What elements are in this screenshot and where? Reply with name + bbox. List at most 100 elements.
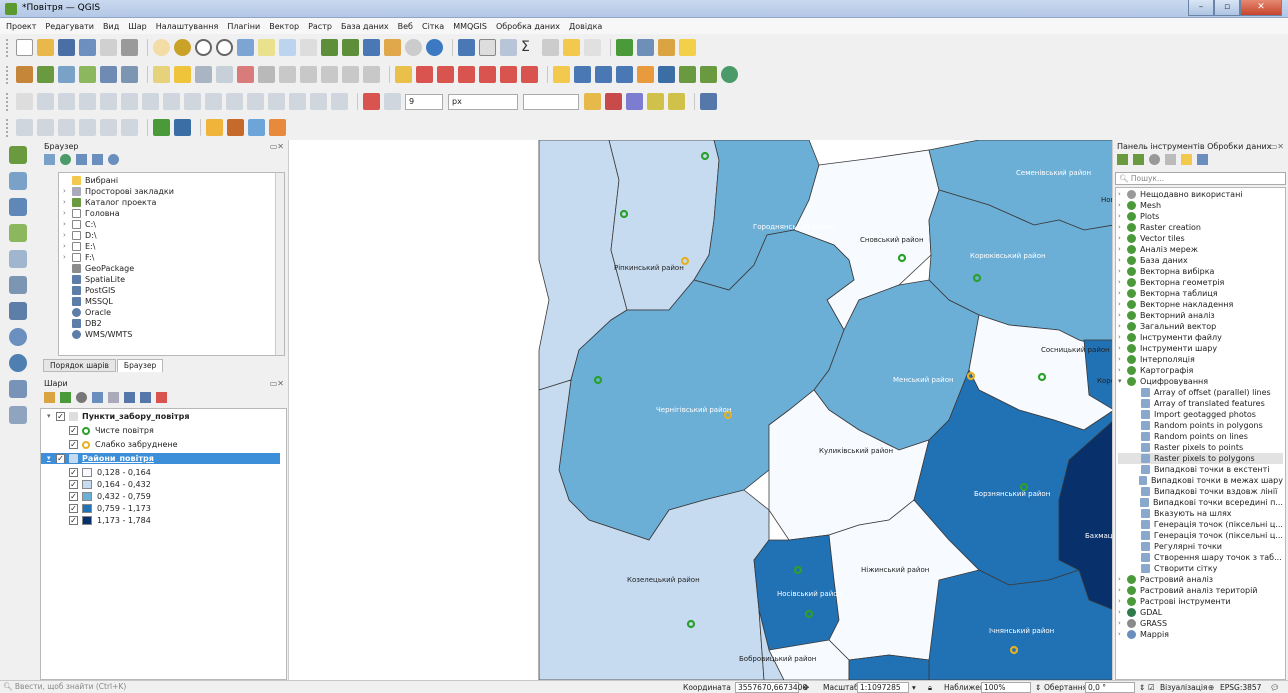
redo-icon[interactable] [363,66,380,83]
add-wms-icon[interactable] [121,66,138,83]
plugin-h-icon[interactable] [269,119,286,136]
menu-mmqgis[interactable]: MMQGIS [453,22,487,31]
plugin-g-icon[interactable] [248,119,265,136]
locator-search-input[interactable]: 🔍︎ Ввести, щоб знайти (Ctrl+K) [3,682,193,693]
layer-group[interactable]: ▾ ✓ Пункти_забору_повітря [47,411,280,422]
processing-search-input[interactable]: 🔍︎ Пошук... [1115,172,1286,185]
remove-layer-icon[interactable] [156,392,167,403]
expand-arrow-icon[interactable]: › [1118,255,1127,266]
processing-group[interactable]: › Растровий аналіз [1118,574,1283,585]
add-delimited-icon[interactable] [79,66,96,83]
add-vector-icon[interactable] [37,66,54,83]
processing-algorithm[interactable]: Вказують на шлях [1118,508,1283,519]
browser-item[interactable]: › Головна [63,208,280,219]
pan-to-selection-icon[interactable] [174,39,191,56]
rotation-field[interactable]: 0,0 ° [1085,682,1135,693]
options-icon[interactable] [1197,154,1208,165]
processing-group[interactable]: › Векторна таблиця [1118,288,1283,299]
plugin-f-icon[interactable] [121,119,138,136]
lock-icon[interactable]: 🔒︎ [928,683,932,693]
processing-group[interactable]: › Інтерполяція [1118,354,1283,365]
properties-icon[interactable] [108,154,119,165]
filter-legend-icon[interactable] [92,392,103,403]
expand-arrow-icon[interactable]: › [1118,266,1127,277]
expand-arrow-icon[interactable]: › [1118,574,1127,585]
select-value-icon[interactable] [574,66,591,83]
annotation-icon[interactable] [584,39,601,56]
toggle-extents-icon[interactable]: ✥ [803,683,809,692]
tab-browser[interactable]: Браузер [116,359,164,372]
menu-help[interactable]: Довідка [569,22,602,31]
add-wms-layer-icon[interactable] [9,328,27,346]
add-delimited-layer-icon[interactable] [9,224,27,242]
fill-ring-icon[interactable] [142,93,159,110]
minimize-button[interactable]: – [1188,0,1214,16]
zoom-native-icon[interactable] [300,39,317,56]
browser-item[interactable]: › F:\ [63,252,280,263]
new-map-view-icon[interactable] [616,39,633,56]
processing-group[interactable]: › Інструменти шару [1118,343,1283,354]
zoom-next-icon[interactable] [342,39,359,56]
coordinate-field[interactable]: 3557670,6673400 [735,682,807,693]
rotation-spin-icon[interactable]: ⇕ [1139,683,1145,692]
topology-icon[interactable] [605,93,622,110]
panel-dock-buttons[interactable]: ▭✕ [270,142,284,151]
data-source-manager-icon[interactable] [16,66,33,83]
legend-class[interactable]: ✓ 0,432 - 0,759 [47,491,280,502]
label-icon[interactable] [395,66,412,83]
expand-arrow-icon[interactable]: › [1118,596,1127,607]
expand-arrow-icon[interactable]: › [1118,244,1127,255]
toolbar-grip[interactable] [6,38,10,57]
expand-arrow-icon[interactable]: ▾ [1118,376,1127,387]
label-rotate-icon[interactable] [479,66,496,83]
globe-icon[interactable] [721,66,738,83]
advanced-digitize-icon[interactable] [37,93,54,110]
messages-icon[interactable]: 💬︎ [1270,683,1280,692]
expand-arrow-icon[interactable]: › [1118,222,1127,233]
delete-ring-icon[interactable] [163,93,180,110]
scale-field[interactable]: 1:1097285 [857,682,909,693]
processing-algorithm[interactable]: Import geotagged photos [1118,409,1283,420]
filter-browser-icon[interactable] [76,154,87,165]
processing-group[interactable]: › Загальний вектор [1118,321,1283,332]
zoom-layer-icon[interactable] [279,39,296,56]
zoom-last-icon[interactable] [321,39,338,56]
menu-web[interactable]: Веб [398,22,413,31]
simplify-icon[interactable] [79,93,96,110]
browser-item[interactable]: › D:\ [63,230,280,241]
results-icon[interactable] [1165,154,1176,165]
browser-scrollbar[interactable] [275,173,284,355]
select-location-icon[interactable] [658,66,675,83]
processing-algorithm[interactable]: Випадкові точки в екстенті [1118,464,1283,475]
expand-arrow-icon[interactable]: › [1118,189,1127,200]
processing-group[interactable]: ▾ Оцифровування [1118,376,1283,387]
plugin-d-icon[interactable] [79,119,96,136]
filter-icon[interactable] [584,93,601,110]
expand-arrow-icon[interactable]: › [1118,321,1127,332]
expand-arrow-icon[interactable]: › [1118,629,1127,640]
expand-arrow-icon[interactable]: › [1118,585,1127,596]
processing-algorithm[interactable]: Random points in polygons [1118,420,1283,431]
region-bottom-center[interactable] [848,654,930,680]
print-layout-icon[interactable] [100,39,117,56]
attribute-table-icon[interactable] [479,39,496,56]
expand-arrow-icon[interactable]: › [1118,607,1127,618]
pan-icon[interactable] [153,39,170,56]
processing-algorithm[interactable]: Випадкові точки в межах шару [1118,475,1283,486]
models-icon[interactable] [1117,154,1128,165]
open-table-icon[interactable] [679,66,696,83]
label-move-icon[interactable] [458,66,475,83]
expand-arrow-icon[interactable]: › [1118,288,1127,299]
paste-icon[interactable] [321,66,338,83]
refresh-icon[interactable] [426,39,443,56]
close-button[interactable]: ✕ [1240,0,1282,16]
add-spatialite-icon[interactable] [100,66,117,83]
add-selected-icon[interactable] [44,154,55,165]
panel-dock-buttons[interactable]: ▭✕ [1270,142,1284,151]
processing-group[interactable]: › Векторний аналіз [1118,310,1283,321]
crop-icon[interactable] [227,119,244,136]
processing-group[interactable]: › Raster creation [1118,222,1283,233]
toggle-editing-icon[interactable] [174,66,191,83]
processing-group[interactable]: › Векторне накладення [1118,299,1283,310]
legend-class[interactable]: ✓ 0,128 - 0,164 [47,467,280,478]
